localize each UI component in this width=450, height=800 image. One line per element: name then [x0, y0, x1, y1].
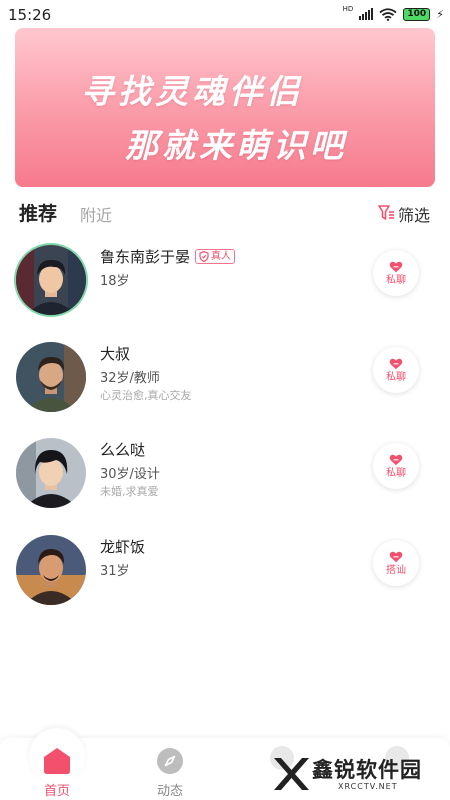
name-line: 龙虾饭	[100, 536, 145, 557]
avatar[interactable]	[16, 342, 86, 412]
user-name: 大叔	[100, 345, 131, 363]
charging-icon: ⚡	[436, 7, 444, 21]
list-item[interactable]: 大叔 32岁/教师 心灵治愈,真心交友 私聊	[0, 337, 450, 417]
name-line: 鲁东南彭于晏 真人	[100, 246, 236, 267]
nav-dynamic[interactable]: 动态	[130, 738, 210, 800]
battery-icon: 100	[403, 7, 431, 21]
heart-icon	[389, 454, 403, 465]
compass-icon	[155, 746, 185, 776]
status-time: 15:26	[8, 6, 52, 24]
verified-label: 真人	[211, 251, 232, 262]
banner-line-1: 寻找灵魂伴侣	[81, 72, 303, 111]
network-type-label: HD	[342, 4, 354, 13]
tab-nearby[interactable]: 附近	[80, 202, 112, 226]
chat-label: 搭讪	[386, 564, 406, 576]
user-tag: 未婚,求真爱	[100, 485, 159, 498]
chat-label: 私聊	[386, 371, 406, 383]
user-name: 鲁东南彭于晏	[100, 248, 191, 266]
watermark-subtext: XRCCTV.NET	[338, 782, 398, 791]
watermark-logo	[274, 758, 309, 790]
shield-icon	[199, 251, 209, 262]
chat-label: 私聊	[386, 467, 406, 479]
user-info: 30岁/设计	[100, 467, 160, 482]
nav-home-label: 首页	[43, 784, 70, 799]
watermark-text: 鑫锐软件园	[312, 758, 422, 782]
heart-icon	[389, 551, 403, 562]
chat-label: 私聊	[386, 274, 406, 286]
promo-banner[interactable]: 寻找灵魂伴侣 那就来萌识吧	[15, 28, 435, 187]
user-name: 么么哒	[100, 441, 146, 459]
watermark: 鑫锐软件园 XRCCTV.NET	[268, 752, 438, 798]
private-chat-button[interactable]: 私聊	[373, 443, 419, 489]
avatar[interactable]	[16, 245, 86, 315]
user-info: 31岁	[100, 564, 130, 579]
tab-recommend[interactable]: 推荐	[19, 199, 57, 226]
user-name: 龙虾饭	[100, 538, 146, 556]
verified-badge: 真人	[195, 249, 236, 264]
private-chat-button[interactable]: 私聊	[373, 250, 419, 296]
avatar[interactable]	[16, 438, 86, 508]
wifi-icon	[379, 7, 397, 21]
heart-icon	[389, 261, 403, 272]
filter-label: 筛选	[397, 206, 430, 225]
nav-home[interactable]: 首页	[17, 728, 97, 800]
name-line: 么么哒	[100, 439, 145, 460]
heart-icon	[389, 358, 403, 369]
list-item[interactable]: 鲁东南彭于晏 真人 18岁 私聊	[0, 240, 450, 320]
banner-line-2: 那就来萌识吧	[125, 126, 347, 165]
name-line: 大叔	[100, 343, 130, 364]
greet-button[interactable]: 搭讪	[373, 540, 419, 586]
user-info: 32岁/教师	[100, 371, 160, 386]
filter-icon	[378, 204, 395, 225]
nav-dynamic-label: 动态	[156, 784, 183, 799]
status-bar: 15:26 HD 100 ⚡	[0, 0, 450, 28]
list-item[interactable]: 么么哒 30岁/设计 未婚,求真爱 私聊	[0, 433, 450, 513]
private-chat-button[interactable]: 私聊	[373, 347, 419, 393]
home-icon	[42, 746, 72, 776]
list-item[interactable]: 龙虾饭 31岁 搭讪	[0, 530, 450, 610]
battery-level: 100	[407, 8, 427, 19]
signal-icon	[359, 8, 374, 20]
user-tag: 心灵治愈,真心交友	[100, 389, 192, 402]
filter-button[interactable]: 筛选	[378, 202, 430, 226]
avatar[interactable]	[16, 535, 86, 605]
status-icons: HD 100 ⚡	[342, 4, 444, 22]
user-info: 18岁	[100, 274, 130, 289]
tabs-row: 推荐 附近 筛选	[0, 195, 450, 229]
